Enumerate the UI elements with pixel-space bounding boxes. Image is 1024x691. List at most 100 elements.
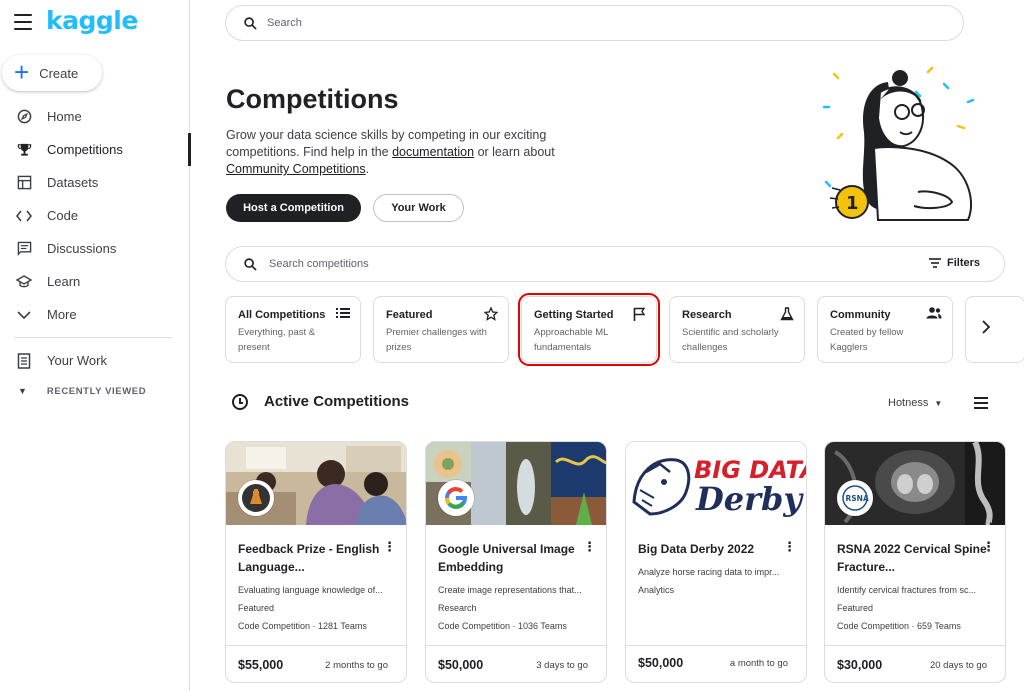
sidebar-item-code[interactable]: Code xyxy=(0,199,190,232)
category-desc: Everything, past & present xyxy=(238,327,316,353)
host-competition-button[interactable]: Host a Competition xyxy=(226,194,361,222)
search-icon xyxy=(244,16,257,30)
card-title[interactable]: RSNA 2022 Cervical Spine Fracture... xyxy=(837,540,987,576)
documentation-link[interactable]: documentation xyxy=(392,145,474,159)
card-title[interactable]: Feedback Prize - English Language... xyxy=(238,540,388,576)
more-options-icon[interactable]: ⋮ xyxy=(982,540,995,553)
card-meta: Code Competition · 1036 Teams xyxy=(438,621,567,631)
chevron-right-icon[interactable] xyxy=(981,320,991,339)
card-description: Evaluating language knowledge of... xyxy=(238,585,383,595)
sort-label: Hotness xyxy=(888,397,929,409)
card-deadline: 2 months to go xyxy=(325,660,388,671)
more-options-icon[interactable]: ⋮ xyxy=(783,540,796,553)
card-title[interactable]: Google Universal Image Embedding xyxy=(438,540,588,576)
sidebar-item-label: More xyxy=(47,307,77,322)
card-category: Research xyxy=(438,603,477,613)
sidebar-item-label: Home xyxy=(47,109,82,124)
people-icon xyxy=(926,307,942,319)
competition-search-input[interactable]: Search competitions xyxy=(269,258,369,270)
create-button[interactable]: + Create xyxy=(2,55,102,91)
more-options-icon[interactable]: ⋮ xyxy=(583,540,596,553)
sidebar-item-label: Your Work xyxy=(47,353,107,368)
card-meta: Code Competition · 659 Teams xyxy=(837,621,961,631)
caret-down-icon: ▼ xyxy=(934,399,943,408)
category-title: Featured xyxy=(386,309,433,321)
card-divider xyxy=(426,645,606,646)
menu-icon[interactable] xyxy=(14,14,32,30)
category-desc: Scientific and scholarly challenges xyxy=(682,327,779,353)
category-partial[interactable] xyxy=(965,296,1024,363)
sidebar-item-more[interactable]: More xyxy=(0,298,190,331)
card-category: Analytics xyxy=(638,585,675,595)
sidebar-item-learn[interactable]: Learn xyxy=(0,265,190,298)
more-options-icon[interactable]: ⋮ xyxy=(383,540,396,553)
category-desc: Approachable ML fundamentals xyxy=(534,327,609,353)
rsna-logo-text: RSNA xyxy=(846,494,869,503)
category-featured[interactable]: Featured Premier challenges with prizes xyxy=(373,296,509,363)
sidebar-item-label: Discussions xyxy=(47,241,117,256)
competition-search[interactable]: Search competitions Filters xyxy=(225,246,1005,282)
card-deadline: a month to go xyxy=(729,658,788,669)
filters-button[interactable]: Filters xyxy=(928,257,980,269)
document-icon xyxy=(16,352,32,369)
recently-viewed-label: RECENTLY VIEWED xyxy=(46,385,147,397)
community-competitions-link[interactable]: Community Competitions xyxy=(226,162,366,176)
flask-icon xyxy=(780,307,794,321)
sidebar-item-label: Learn xyxy=(47,274,81,289)
competition-card[interactable]: RSNA RSNA 2022 Cervical Spine Fracture..… xyxy=(824,441,1006,683)
page-title: Competitions xyxy=(226,84,399,114)
recently-viewed-toggle[interactable]: ▼ RECENTLY VIEWED xyxy=(0,377,190,405)
card-meta: Code Competition · 1281 Teams xyxy=(238,621,367,631)
competition-logo xyxy=(438,480,474,516)
competition-card[interactable]: Feedback Prize - English Language... ⋮ E… xyxy=(225,441,407,683)
category-community[interactable]: Community Created by fellow Kagglers xyxy=(817,296,953,363)
search-input[interactable]: Search xyxy=(267,17,302,29)
sidebar-item-label: Code xyxy=(47,208,79,223)
caret-down-icon: ▼ xyxy=(18,386,27,396)
trophy-icon xyxy=(16,142,32,158)
sidebar-item-your-work[interactable]: Your Work xyxy=(0,344,190,377)
competition-logo xyxy=(238,480,274,516)
page-description: Grow your data science skills by competi… xyxy=(226,127,576,178)
graduation-cap-icon xyxy=(16,274,32,290)
card-thumbnail: BIG DATA Derby xyxy=(626,442,806,525)
card-prize: $30,000 xyxy=(837,658,883,672)
competition-card[interactable]: Google Universal Image Embedding ⋮ Creat… xyxy=(425,441,607,683)
compass-icon xyxy=(16,109,32,125)
star-icon xyxy=(484,307,498,321)
card-prize: $50,000 xyxy=(438,658,484,672)
category-getting-started[interactable]: Getting Started Approachable ML fundamen… xyxy=(518,293,660,366)
flag-icon xyxy=(633,307,646,321)
svg-text:1: 1 xyxy=(846,193,859,214)
plus-icon: + xyxy=(14,57,30,87)
card-description: Identify cervical fractures from sc... xyxy=(837,585,977,595)
sort-dropdown[interactable]: Hotness ▼ xyxy=(888,397,942,409)
sidebar-item-label: Datasets xyxy=(47,175,99,190)
kaggle-logo[interactable]: kaggle xyxy=(46,6,138,35)
sidebar-item-home[interactable]: Home xyxy=(0,100,190,133)
card-divider xyxy=(626,645,806,646)
hero-illustration: 1 xyxy=(822,66,975,221)
card-prize: $50,000 xyxy=(638,656,684,670)
chat-icon xyxy=(16,241,32,257)
category-all-competitions[interactable]: All Competitions Everything, past & pres… xyxy=(225,296,361,363)
table-icon xyxy=(16,175,32,191)
category-title: All Competitions xyxy=(238,309,326,321)
list-view-icon[interactable] xyxy=(974,397,988,409)
code-icon xyxy=(16,208,32,224)
desc-text: . xyxy=(365,162,370,176)
site-search[interactable]: Search xyxy=(225,5,964,41)
sidebar-nav: Home Competitions Datasets Code Discussi… xyxy=(0,100,191,405)
search-icon xyxy=(244,257,257,271)
sidebar-item-datasets[interactable]: Datasets xyxy=(0,166,190,199)
sidebar-item-discussions[interactable]: Discussions xyxy=(0,232,190,265)
section-title: Active Competitions xyxy=(264,393,410,410)
category-desc: Created by fellow Kagglers xyxy=(830,327,904,353)
card-divider xyxy=(226,645,406,646)
sidebar-item-competitions[interactable]: Competitions xyxy=(0,133,191,166)
desc-text: or learn about xyxy=(474,145,555,159)
card-title[interactable]: Big Data Derby 2022 xyxy=(638,540,788,558)
competition-card[interactable]: BIG DATA Derby Big Data Derby 2022 ⋮ Ana… xyxy=(625,441,807,683)
your-work-button[interactable]: Your Work xyxy=(373,194,464,222)
category-research[interactable]: Research Scientific and scholarly challe… xyxy=(669,296,805,363)
